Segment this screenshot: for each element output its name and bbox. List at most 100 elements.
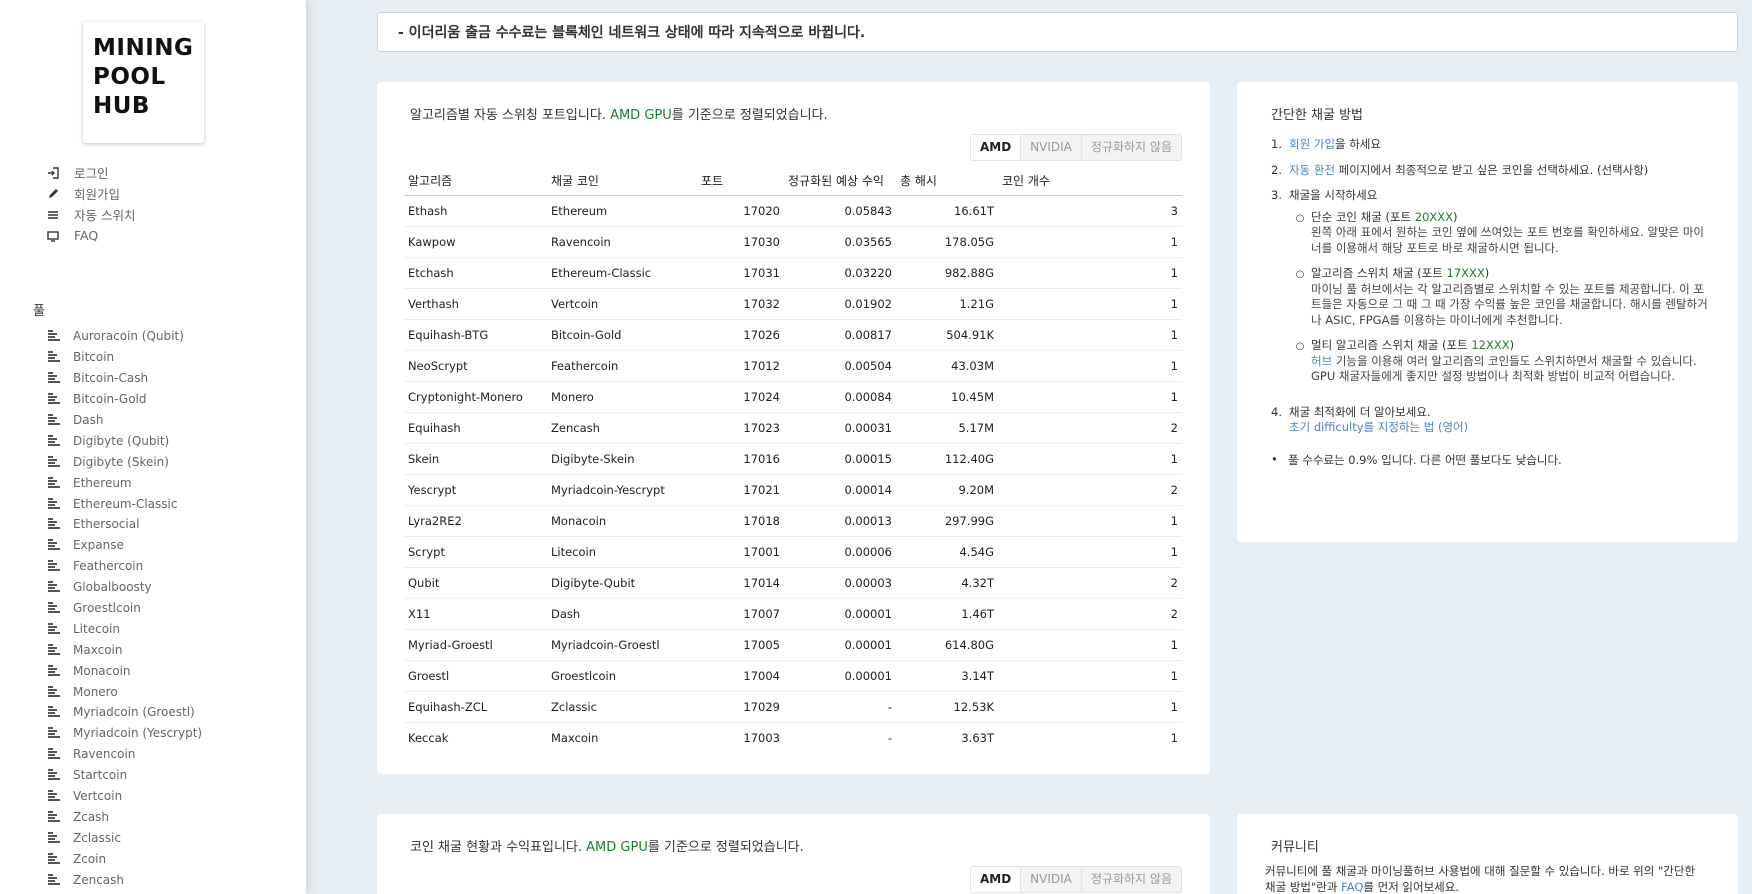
table-row[interactable]: Groestl Groestlcoin 17004 0.00001 3.14T 1 — [404, 660, 1182, 692]
pencil-icon — [46, 187, 60, 201]
pool-item[interactable]: Ethersocial — [48, 514, 202, 535]
table-row[interactable]: Lyra2RE2 Monacoin 17018 0.00013 297.99G 1 — [404, 505, 1182, 537]
site-logo[interactable]: MINING POOL HUB — [83, 22, 204, 143]
table-row[interactable]: NeoScrypt Feathercoin 17012 0.00504 43.03M 1 — [404, 350, 1182, 382]
cell-profit: 0.00001 — [784, 598, 896, 630]
difficulty-guide-link[interactable]: 초기 difficulty를 지정하는 법 (영어) — [1289, 420, 1468, 434]
nav-login[interactable]: 로그인 — [46, 162, 135, 183]
nav-faq[interactable]: FAQ — [46, 225, 135, 246]
pool-item-label: Zencash — [73, 872, 125, 887]
pool-item[interactable]: Bitcoin-Cash — [48, 368, 202, 389]
cell-port: 17020 — [697, 195, 784, 227]
cell-algorithm: Skein — [404, 443, 547, 475]
pool-item[interactable]: Vertcoin — [48, 786, 202, 807]
nav-auto-switch[interactable]: 자동 스위치 — [46, 204, 135, 225]
cell-coin-count: 2 — [998, 567, 1182, 599]
table-row[interactable]: Skein Digibyte-Skein 17016 0.00015 112.40G 1 — [404, 443, 1182, 475]
pool-item-label: Auroracoin (Qubit) — [73, 329, 184, 344]
pool-item[interactable]: Globalboosty — [48, 577, 202, 598]
pool-item[interactable]: Feathercoin — [48, 556, 202, 577]
list-icon — [48, 602, 61, 614]
pool-item[interactable]: Ravencoin — [48, 744, 202, 765]
pool-item[interactable]: Monacoin — [48, 660, 202, 681]
toggle-nvidia[interactable]: NVIDIA — [1020, 135, 1081, 160]
table-row[interactable]: Keccak Maxcoin 17003 - 3.63T 1 — [404, 722, 1182, 753]
nav-label: 자동 스위치 — [74, 208, 136, 223]
pool-item[interactable]: Startcoin — [48, 765, 202, 786]
pool-item[interactable]: Zcoin — [48, 848, 202, 869]
table-row[interactable]: Kawpow Ravencoin 17030 0.03565 178.05G 1 — [404, 226, 1182, 258]
list-icon — [48, 581, 61, 593]
cell-profit: 0.05843 — [784, 195, 896, 227]
col-port[interactable]: 포트 — [697, 167, 784, 196]
table-row[interactable]: Equihash-ZCL Zclassic 17029-12.53K 1 — [404, 691, 1182, 723]
table-row[interactable]: Cryptonight-Monero Monero 17024 0.00084 10.4… — [404, 381, 1182, 413]
pool-item-label: Groestlcoin — [73, 601, 141, 616]
table-row[interactable]: X11 Dash 17007 0.00001 1.46T 2 — [404, 598, 1182, 630]
toggle-unnormalized[interactable]: 정규화하지 않음 — [1080, 867, 1181, 892]
pool-item[interactable]: Monero — [48, 681, 202, 702]
pool-item-label: Digibyte (Qubit) — [73, 433, 170, 448]
col-coin[interactable]: 채굴 코인 — [547, 167, 697, 196]
pool-item[interactable]: Bitcoin-Gold — [48, 389, 202, 410]
pool-item[interactable]: Dash — [48, 410, 202, 431]
pool-item[interactable]: Zclassic — [48, 827, 202, 848]
table-row[interactable]: Etchash Ethereum-Classic 17031 0.03220 982.8… — [404, 257, 1182, 289]
list-icon — [48, 393, 61, 405]
cell-profit: 0.00003 — [784, 567, 896, 599]
pool-item[interactable]: Myriadcoin (Groestl) — [48, 702, 202, 723]
toggle-amd[interactable]: AMD — [970, 135, 1021, 160]
pool-item-label: Litecoin — [73, 621, 120, 636]
cell-profit: - — [887, 730, 892, 745]
pool-item[interactable]: Litecoin — [48, 618, 202, 639]
list-icon — [48, 351, 61, 363]
pool-item[interactable]: Digibyte (Skein) — [48, 451, 202, 472]
pool-item[interactable]: Maxcoin — [48, 639, 202, 660]
cell-coin: Myriadcoin-Groestl — [547, 629, 697, 661]
pool-item-label: Expanse — [73, 538, 124, 553]
pool-item[interactable]: Auroracoin (Qubit) — [48, 326, 202, 347]
table-row[interactable]: Ethash Ethereum 17020 0.05843 16.61T 3 — [404, 195, 1182, 227]
sub-title: 알고리즘 스위치 채굴 (포트 — [1311, 266, 1447, 280]
table-row[interactable]: Equihash Zencash 17023 0.00031 5.17M 2 — [404, 412, 1182, 444]
fee-note: • 풀 수수료는 0.9% 입니다. 다른 어떤 풀보다도 낮습니다. — [1271, 452, 1708, 468]
monitor-icon — [46, 229, 60, 243]
pool-item[interactable]: Digibyte (Qubit) — [48, 430, 202, 451]
hub-link[interactable]: 허브 — [1311, 354, 1332, 368]
col-total-hash[interactable]: 총 해시 — [896, 167, 998, 196]
nav-label: 회원가입 — [74, 187, 121, 202]
table-row[interactable]: Myriad-Groestl Myriadcoin-Groestl 17005 0.0… — [404, 629, 1182, 661]
col-normalized-profit[interactable]: 정규화된 예상 수익 — [784, 167, 896, 196]
auto-exchange-link[interactable]: 자동 환전 — [1289, 163, 1335, 177]
cell-algorithm: NeoScrypt — [404, 350, 547, 382]
table-row[interactable]: Verthash Vertcoin 17032 0.01902 1.21G 1 — [404, 288, 1182, 320]
table-row[interactable]: Qubit Digibyte-Qubit 17014 0.00003 4.32T 2 — [404, 567, 1182, 599]
pool-item[interactable]: Bitcoin — [48, 347, 202, 368]
table-row[interactable]: Scrypt Litecoin 17001 0.00006 4.54G 1 — [404, 536, 1182, 568]
col-algorithm[interactable]: 알고리즘 — [404, 167, 547, 196]
toggle-unnormalized[interactable]: 정규화하지 않음 — [1080, 135, 1181, 160]
col-coin-count[interactable]: 코인 개수 — [998, 167, 1182, 196]
faq-link[interactable]: FAQ — [1341, 880, 1363, 894]
toggle-nvidia[interactable]: NVIDIA — [1020, 867, 1081, 892]
logo-line: HUB — [93, 93, 150, 119]
pool-item[interactable]: Ethereum — [48, 472, 202, 493]
pool-item[interactable]: Zcash — [48, 806, 202, 827]
cell-coin-count: 1 — [998, 505, 1182, 537]
pool-item-label: Vertcoin — [73, 789, 123, 804]
pool-item[interactable]: Ethereum-Classic — [48, 493, 202, 514]
nav-signup[interactable]: 회원가입 — [33, 182, 188, 205]
pool-item[interactable]: Expanse — [48, 535, 202, 556]
pool-item[interactable]: Zencash — [48, 869, 202, 890]
table-row[interactable]: Equihash-BTG Bitcoin-Gold 17026 0.00817 504.… — [404, 319, 1182, 351]
cell-profit: - — [784, 691, 896, 723]
algorithm-table: 알고리즘 채굴 코인 포트 정규화된 예상 수익 총 해시 코인 개수 Etha… — [404, 167, 1182, 753]
pool-item[interactable]: Myriadcoin (Yescrypt) — [48, 723, 202, 744]
login-icon — [46, 166, 60, 180]
pool-item[interactable]: Groestlcoin — [48, 598, 202, 619]
cell-coin: Myriadcoin-Yescrypt — [547, 474, 697, 506]
table-row[interactable]: Yescrypt Myriadcoin-Yescrypt 17021 0.00014 9… — [404, 474, 1182, 506]
pool-item-label: Ethereum-Classic — [73, 496, 178, 511]
signup-link[interactable]: 회원 가입 — [1289, 137, 1335, 151]
toggle-amd[interactable]: AMD — [970, 867, 1021, 892]
